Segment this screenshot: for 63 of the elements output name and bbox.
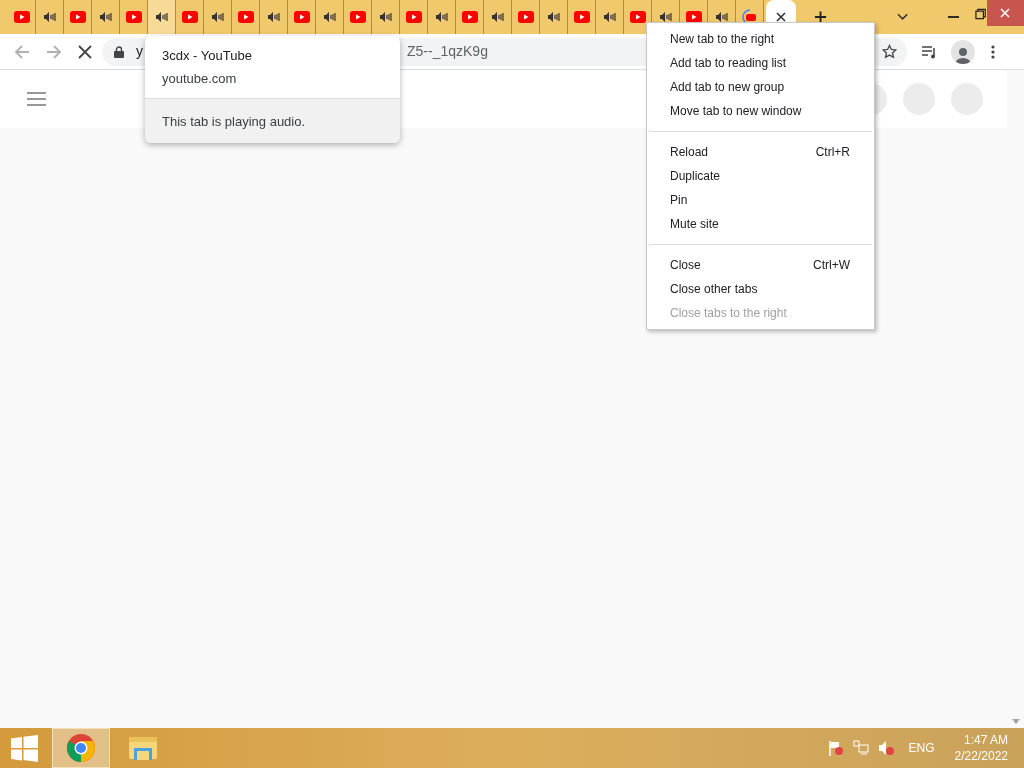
url-text: Z5--_1qzK9g	[407, 42, 488, 61]
speaker-icon	[211, 12, 224, 22]
menu-icon[interactable]	[27, 92, 46, 106]
menu-item[interactable]: Pin	[647, 188, 874, 212]
menu-item[interactable]: Close other tabs	[647, 277, 874, 301]
url-text: y	[136, 42, 143, 61]
restore-icon[interactable]	[975, 8, 987, 20]
taskbar-app[interactable]	[52, 728, 110, 768]
video-icon	[13, 11, 30, 23]
menu-item[interactable]: Mute site	[647, 212, 874, 236]
flag-error-icon[interactable]	[827, 740, 844, 756]
speaker-icon	[603, 12, 616, 22]
browser-tab[interactable]	[148, 0, 176, 34]
menu-item[interactable]: Reload Ctrl+R	[647, 140, 874, 164]
loading-video-icon	[741, 9, 758, 25]
speaker-icon	[43, 12, 56, 22]
speaker-icon	[715, 12, 728, 22]
menu-item[interactable]: New tab to the right	[647, 27, 874, 51]
stop-icon[interactable]	[78, 44, 92, 59]
chevron-down-icon[interactable]	[897, 13, 909, 21]
speaker-muted-icon[interactable]	[877, 740, 895, 756]
menu-dots-icon[interactable]	[991, 44, 995, 59]
speaker-icon	[547, 12, 560, 22]
tooltip-domain: youtube.com	[162, 69, 238, 88]
video-icon	[293, 11, 310, 23]
menu-item[interactable]: Add tab to new group	[647, 75, 874, 99]
tooltip-note: This tab is playing audio.	[162, 114, 306, 129]
forward-icon[interactable]	[46, 43, 62, 60]
speaker-icon	[323, 12, 336, 22]
menu-item[interactable]: Close Ctrl+W	[647, 253, 874, 277]
close-icon[interactable]	[776, 12, 786, 22]
video-icon	[349, 11, 366, 23]
speaker-icon	[491, 12, 504, 22]
profile-avatar[interactable]	[951, 39, 975, 64]
lock-icon	[114, 45, 124, 58]
folder-icon	[128, 734, 158, 762]
speaker-icon	[99, 12, 112, 22]
minimize-icon[interactable]	[948, 16, 960, 18]
speaker-icon	[659, 12, 672, 22]
menu-item[interactable]: Add tab to reading list	[647, 51, 874, 75]
speaker-icon	[155, 12, 168, 22]
video-icon	[405, 11, 422, 23]
video-icon	[125, 11, 142, 23]
tooltip-title: 3cdx - YouTube	[162, 47, 253, 65]
video-icon	[461, 11, 478, 23]
video-icon	[237, 11, 254, 23]
new-tab-icon[interactable]	[814, 10, 828, 24]
video-icon	[181, 11, 198, 23]
reading-list-icon[interactable]	[921, 44, 937, 59]
speaker-icon	[379, 12, 392, 22]
start-icon[interactable]	[11, 734, 38, 762]
scroll-down-arrow-icon[interactable]	[1011, 719, 1020, 724]
video-icon	[573, 11, 590, 23]
star-icon[interactable]	[882, 44, 897, 59]
back-icon[interactable]	[14, 43, 30, 60]
speaker-icon	[435, 12, 448, 22]
video-icon	[69, 11, 86, 23]
menu-item[interactable]: Move tab to new window	[647, 99, 874, 123]
close-icon	[1000, 8, 1011, 18]
video-icon	[517, 11, 534, 23]
menu-item[interactable]: Duplicate	[647, 164, 874, 188]
chrome-icon	[66, 733, 96, 763]
speaker-icon	[267, 12, 280, 22]
